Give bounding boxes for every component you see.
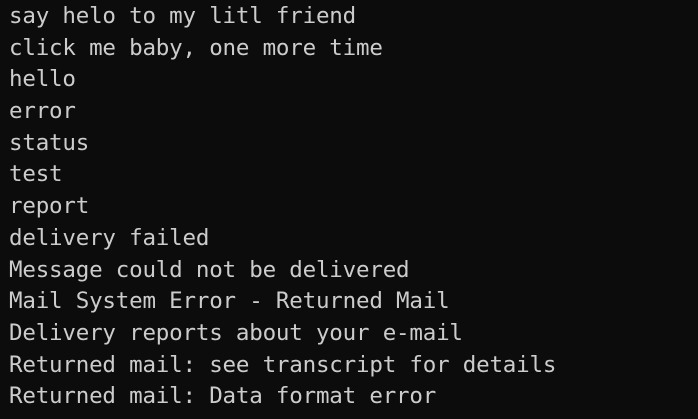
console-line: status (9, 129, 90, 156)
console-line: test (9, 161, 63, 188)
console-line: Delivery reports about your e-mail (9, 319, 463, 346)
console-line: Returned mail: see transcript for detail… (9, 351, 557, 378)
console-line: Mail System Error - Returned Mail (9, 288, 450, 315)
console-line: click me baby, one more time (9, 34, 383, 61)
console-line: delivery failed (9, 224, 210, 251)
console-line: report (9, 193, 90, 220)
console-window[interactable]: say helo to my litl friend click me baby… (0, 0, 698, 419)
console-line: error (9, 98, 76, 125)
console-line: Returned mail: Data format error (9, 383, 437, 410)
console-line: Message could not be delivered (9, 256, 410, 283)
console-line: hello (9, 66, 76, 93)
console-line: say helo to my litl friend (9, 3, 356, 29)
